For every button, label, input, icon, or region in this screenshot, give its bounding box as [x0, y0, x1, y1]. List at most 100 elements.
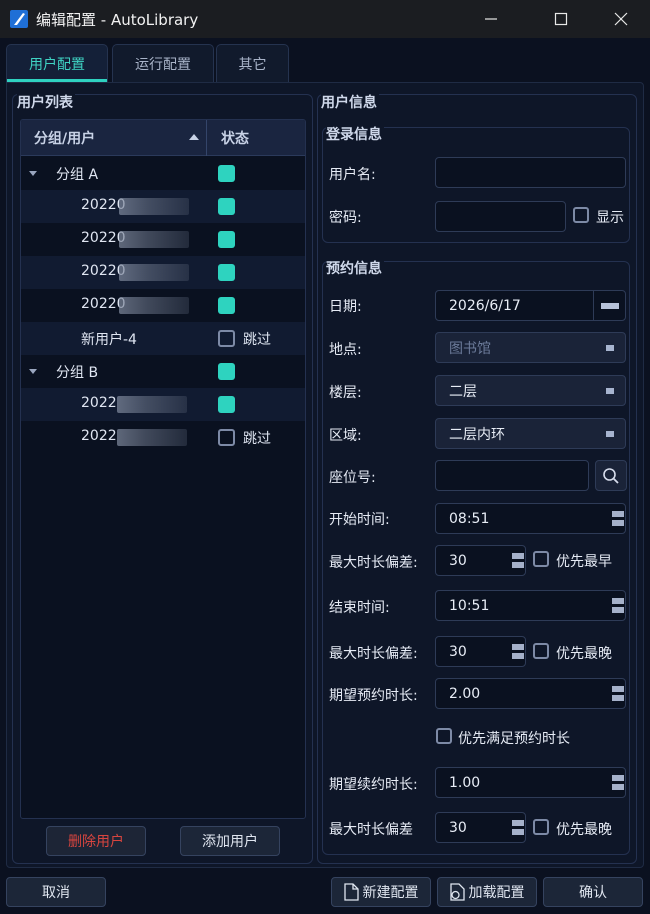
renew-duration-value: 1.00 [449, 774, 481, 791]
column-header-status[interactable]: 状态 [221, 120, 249, 156]
status-checkbox-unchecked[interactable] [218, 330, 235, 347]
confirm-button[interactable]: 确认 [543, 877, 643, 907]
spinner-arrows-icon[interactable] [512, 547, 524, 574]
spinner-arrows-icon[interactable] [512, 814, 524, 841]
status-checkbox-checked[interactable] [218, 198, 235, 215]
dropdown-arrow-icon[interactable] [595, 376, 625, 405]
tab-other[interactable]: 其它 [216, 44, 289, 82]
tree-user-row[interactable]: 20220 [21, 289, 305, 322]
user-name: 新用户-4 [81, 332, 137, 348]
username-label: 用户名: [329, 167, 376, 183]
max-deviation-renew-input[interactable]: 30 [435, 812, 526, 843]
prefer-earliest-checkbox[interactable] [533, 551, 549, 567]
status-checkbox-checked[interactable] [218, 297, 235, 314]
tree-user-row[interactable]: 新用户-4 跳过 [21, 322, 305, 355]
tree-user-row[interactable]: 20220 [21, 223, 305, 256]
status-checkbox-checked[interactable] [218, 396, 235, 413]
spinner-arrows-icon[interactable] [612, 505, 624, 532]
area-label: 区域: [329, 428, 362, 444]
status-checkbox-checked[interactable] [218, 231, 235, 248]
spinner-arrows-icon[interactable] [612, 592, 624, 619]
reservation-info-title: 预约信息 [326, 258, 384, 278]
date-picker[interactable]: 2026/6/17 [435, 290, 626, 321]
expand-caret-icon[interactable] [29, 369, 37, 374]
dropdown-arrow-icon[interactable] [595, 419, 625, 448]
show-password-checkbox[interactable] [573, 207, 589, 223]
user-tree[interactable]: 分组/用户 状态 分组 A 20220 20220 20220 20220 新用… [20, 119, 306, 819]
redacted-blur [119, 198, 189, 215]
status-checkbox-checked[interactable] [218, 165, 235, 182]
minimize-icon [485, 18, 497, 20]
area-value: 二层内环 [449, 426, 505, 443]
max-deviation-label: 最大时长偏差: [329, 555, 418, 571]
max-deviation-value: 30 [449, 643, 467, 660]
sort-ascending-icon [189, 134, 199, 140]
new-config-label: 新建配置 [362, 885, 419, 901]
search-icon [603, 467, 619, 484]
status-checkbox-checked[interactable] [218, 363, 235, 380]
tree-user-row[interactable]: 2022 [21, 388, 305, 421]
renew-duration-label: 期望续约时长: [329, 777, 418, 793]
column-header-user[interactable]: 分组/用户 [34, 120, 95, 156]
tab-user-config[interactable]: 用户配置 [6, 44, 108, 82]
load-config-label: 加载配置 [468, 885, 525, 901]
expand-caret-icon[interactable] [29, 171, 37, 176]
renew-duration-input[interactable]: 1.00 [435, 767, 626, 798]
password-input[interactable] [435, 201, 566, 232]
end-time-input[interactable]: 10:51 [435, 590, 626, 621]
maximize-button[interactable] [538, 0, 584, 38]
seat-input[interactable] [435, 460, 589, 491]
seat-label: 座位号: [329, 470, 376, 486]
spinner-arrows-icon[interactable] [512, 638, 524, 665]
tree-user-row[interactable]: 20220 [21, 256, 305, 289]
prefer-duration-checkbox[interactable] [436, 728, 452, 744]
close-button[interactable] [598, 0, 644, 38]
load-config-button[interactable]: 加载配置 [437, 877, 537, 907]
start-time-value: 08:51 [449, 510, 490, 527]
prefer-latest-renew-label: 优先最晚 [556, 822, 612, 838]
user-list-title: 用户列表 [17, 92, 75, 112]
seat-search-button[interactable] [595, 460, 627, 491]
redacted-blur [117, 429, 187, 446]
delete-user-button[interactable]: 删除用户 [46, 826, 146, 856]
user-info-title: 用户信息 [321, 92, 379, 112]
prefer-latest-label: 优先最晚 [556, 646, 612, 662]
start-time-input[interactable]: 08:51 [435, 503, 626, 534]
tree-user-row[interactable]: 20220 [21, 190, 305, 223]
max-deviation-end-input[interactable]: 30 [435, 636, 526, 667]
end-time-value: 10:51 [449, 597, 490, 614]
minimize-button[interactable] [468, 0, 514, 38]
redacted-blur [119, 231, 189, 248]
new-config-button[interactable]: 新建配置 [331, 877, 431, 907]
tree-user-row[interactable]: 2022 跳过 [21, 421, 305, 454]
spinner-arrows-icon[interactable] [612, 680, 624, 707]
tree-group-row[interactable]: 分组 B [21, 355, 305, 388]
max-deviation-start-input[interactable]: 30 [435, 545, 526, 576]
prefer-latest-renew-checkbox[interactable] [533, 819, 549, 835]
max-deviation-label: 最大时长偏差 [329, 822, 413, 838]
expected-duration-label: 期望预约时长: [329, 688, 418, 704]
cancel-button[interactable]: 取消 [6, 877, 106, 907]
floor-value: 二层 [449, 383, 477, 400]
tree-group-row[interactable]: 分组 A [21, 157, 305, 190]
place-value: 图书馆 [449, 340, 491, 357]
load-file-icon [449, 883, 465, 901]
password-label: 密码: [329, 210, 362, 226]
prefer-latest-checkbox[interactable] [533, 643, 549, 659]
expected-duration-input[interactable]: 2.00 [435, 678, 626, 709]
status-checkbox-unchecked[interactable] [218, 429, 235, 446]
calendar-dropdown-icon[interactable] [593, 291, 625, 320]
spinner-arrows-icon[interactable] [612, 769, 624, 796]
username-input[interactable] [435, 157, 626, 188]
group-name: 分组 A [56, 167, 99, 183]
area-select[interactable]: 二层内环 [435, 418, 626, 449]
add-user-button[interactable]: 添加用户 [180, 826, 280, 856]
tab-run-config[interactable]: 运行配置 [112, 44, 214, 82]
close-icon [614, 12, 628, 26]
floor-select[interactable]: 二层 [435, 375, 626, 406]
max-deviation-value: 30 [449, 552, 467, 569]
end-time-label: 结束时间: [329, 600, 390, 616]
status-checkbox-checked[interactable] [218, 264, 235, 281]
new-file-icon [343, 883, 359, 901]
redacted-blur [117, 396, 187, 413]
